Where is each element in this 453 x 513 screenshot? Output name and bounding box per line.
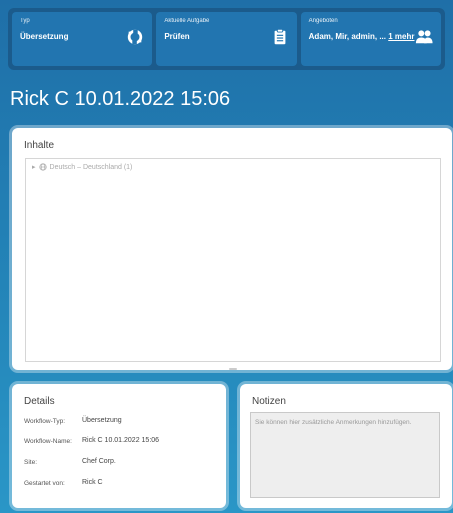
detail-label-started-by: Gestartet von: (24, 480, 65, 487)
offered-caption: Angeboten (308, 18, 338, 24)
offered-users: Adam, Mir, admin, ... (308, 32, 387, 41)
users-icon (415, 30, 433, 44)
current-task-tile: Aktuelle Aufgabe Prüfen (156, 12, 297, 66)
detail-label-workflow-type: Workflow-Typ: (24, 418, 66, 425)
clipboard-icon (274, 28, 286, 45)
content-tree: ▸ Deutsch – Deutschland (1) (25, 158, 441, 362)
detail-label-site: Site: (24, 459, 38, 466)
notes-panel-title: Notizen (252, 396, 286, 407)
notes-panel: Notizen Sie können hier zusätzliche Anme… (240, 384, 452, 508)
page-title: Rick C 10.01.2022 15:06 (10, 88, 231, 110)
detail-value-site: Chef Corp. (82, 458, 116, 465)
offered-tile: Angeboten Adam, Mir, admin, ... 1 mehr (300, 12, 441, 66)
offered-more-link[interactable]: 1 mehr (388, 32, 414, 41)
workflow-type-tile: Typ Übersetzung (12, 12, 153, 66)
refresh-icon (128, 29, 143, 45)
details-panel: Details Workflow-Typ: Übersetzung Workfl… (12, 384, 226, 508)
detail-value-workflow-name: Rick C 10.01.2022 15:06 (82, 437, 160, 444)
detail-value-started-by: Rick C (82, 479, 103, 486)
detail-label-workflow-name: Workflow-Name: (24, 438, 72, 445)
current-task-caption: Aktuelle Aufgabe (164, 18, 210, 24)
expand-arrow-icon[interactable]: ▸ (32, 163, 36, 171)
notes-textarea[interactable]: Sie können hier zusätzliche Anmerkungen … (250, 412, 440, 498)
tree-item-label: Deutsch – Deutschland (1) (49, 163, 133, 171)
detail-value-workflow-type: Übersetzung (82, 417, 122, 424)
details-panel-title: Details (24, 396, 55, 407)
workflow-type-caption: Typ (20, 18, 30, 24)
resize-handle[interactable] (229, 368, 237, 370)
globe-icon (38, 163, 47, 171)
content-panel-title: Inhalte (24, 140, 55, 151)
tree-item-language[interactable]: ▸ Deutsch – Deutschland (1) (32, 163, 132, 171)
header-bar: Typ Übersetzung Aktuelle Aufgabe Prüfen … (8, 8, 445, 70)
content-panel: Inhalte ▸ Deutsch – Deutschland (1) (12, 128, 452, 370)
